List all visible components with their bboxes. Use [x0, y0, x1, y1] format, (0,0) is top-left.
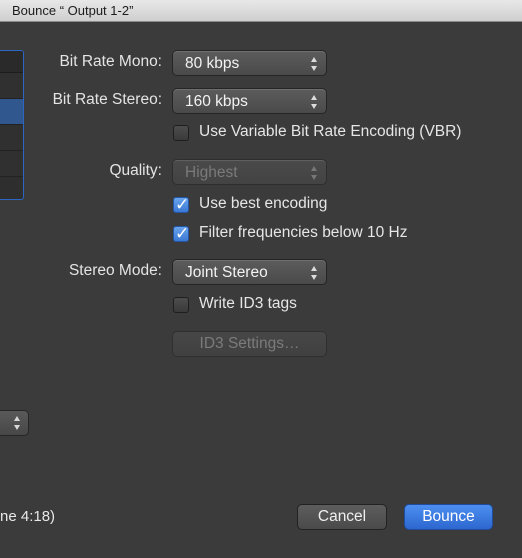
write-id3-label: Write ID3 tags — [199, 295, 297, 312]
bit-rate-mono-popup[interactable]: 80 kbps — [172, 50, 327, 76]
title-bar[interactable]: Bounce “ Output 1-2” — [0, 0, 522, 22]
checkmark-icon: ✓ — [175, 224, 190, 243]
up-down-arrows-icon — [311, 57, 317, 71]
filter-frequencies-label: Filter frequencies below 10 Hz — [199, 224, 408, 241]
left-popup-button[interactable] — [0, 410, 29, 436]
cancel-button[interactable]: Cancel — [297, 504, 387, 530]
write-id3-checkbox[interactable] — [173, 297, 189, 313]
bit-rate-mono-label: Bit Rate Mono: — [59, 53, 162, 70]
window-title: Bounce “ Output 1-2” — [12, 3, 134, 18]
list-header — [0, 51, 23, 73]
up-down-arrows-icon — [311, 95, 317, 109]
up-down-arrows-icon — [311, 266, 317, 280]
vbr-label: Use Variable Bit Rate Encoding (VBR) — [199, 123, 462, 140]
bounce-button[interactable]: Bounce — [404, 504, 493, 530]
best-encoding-checkbox[interactable]: ✓ — [173, 195, 190, 214]
filter-frequencies-checkbox[interactable]: ✓ — [173, 224, 190, 243]
list-item[interactable] — [0, 125, 23, 151]
best-encoding-label: Use best encoding — [199, 195, 328, 212]
up-down-arrows-icon — [311, 166, 317, 180]
up-down-arrows-icon — [14, 416, 20, 430]
checkmark-icon: ✓ — [175, 195, 190, 214]
vbr-checkbox[interactable] — [173, 125, 189, 141]
stereo-mode-value: Joint Stereo — [185, 264, 268, 281]
duration-text: ne 4:18) — [0, 508, 56, 525]
bit-rate-mono-value: 80 kbps — [185, 55, 240, 72]
stereo-mode-label: Stereo Mode: — [68, 262, 162, 279]
destination-list[interactable] — [0, 50, 24, 200]
quality-value: Highest — [185, 164, 238, 181]
bit-rate-stereo-value: 160 kbps — [185, 93, 248, 110]
stereo-mode-popup[interactable]: Joint Stereo — [172, 259, 327, 285]
bit-rate-stereo-label: Bit Rate Stereo: — [52, 91, 162, 108]
bit-rate-stereo-popup[interactable]: 160 kbps — [172, 88, 327, 114]
list-item[interactable] — [0, 151, 23, 177]
id3-settings-button[interactable]: ID3 Settings… — [172, 331, 327, 357]
list-item-selected[interactable] — [0, 99, 23, 125]
quality-label: Quality: — [109, 162, 162, 179]
bounce-dialog: Bounce “ Output 1-2” ne 4:18) Bit Rate M… — [0, 0, 522, 558]
list-item[interactable] — [0, 73, 23, 99]
quality-popup[interactable]: Highest — [172, 159, 327, 185]
